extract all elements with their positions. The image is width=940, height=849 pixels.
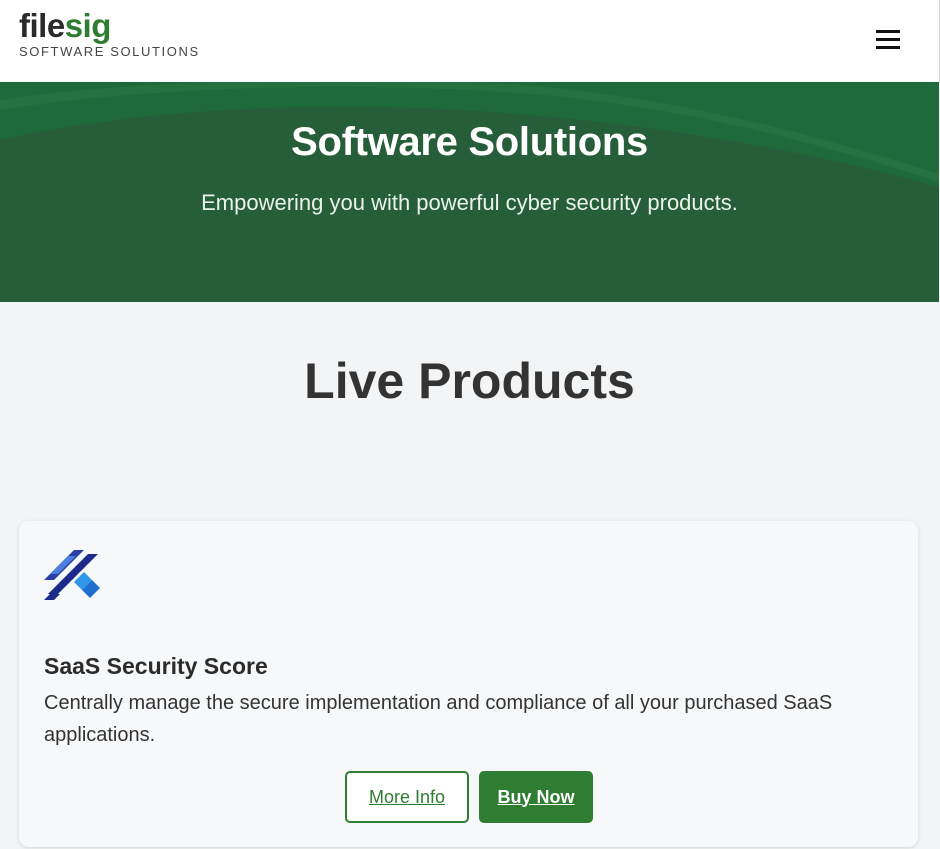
hamburger-icon bbox=[876, 28, 900, 49]
hero-banner: Software Solutions Empowering you with p… bbox=[0, 82, 939, 302]
logo-wordmark: filesig bbox=[19, 6, 200, 46]
saas-security-score-logo-icon bbox=[44, 550, 104, 602]
logo-word-sig: sig bbox=[64, 7, 112, 44]
product-card: SaaS Security Score Centrally manage the… bbox=[19, 521, 918, 847]
hero-subtitle: Empowering you with powerful cyber secur… bbox=[201, 190, 738, 215]
more-info-button[interactable]: More Info bbox=[345, 771, 469, 823]
menu-button[interactable] bbox=[874, 24, 902, 52]
top-navigation-bar: filesig SOFTWARE SOLUTIONS bbox=[0, 0, 940, 82]
buy-now-button[interactable]: Buy Now bbox=[479, 771, 593, 823]
product-title: SaaS Security Score bbox=[44, 653, 268, 679]
logo-word-file: file bbox=[19, 7, 65, 44]
logo-tagline: SOFTWARE SOLUTIONS bbox=[19, 44, 200, 59]
live-products-heading: Live Products bbox=[304, 353, 635, 409]
product-description: Centrally manage the secure implementati… bbox=[44, 692, 833, 746]
filesig-logo[interactable]: filesig SOFTWARE SOLUTIONS bbox=[19, 6, 200, 59]
hero-title: Software Solutions bbox=[291, 120, 648, 164]
